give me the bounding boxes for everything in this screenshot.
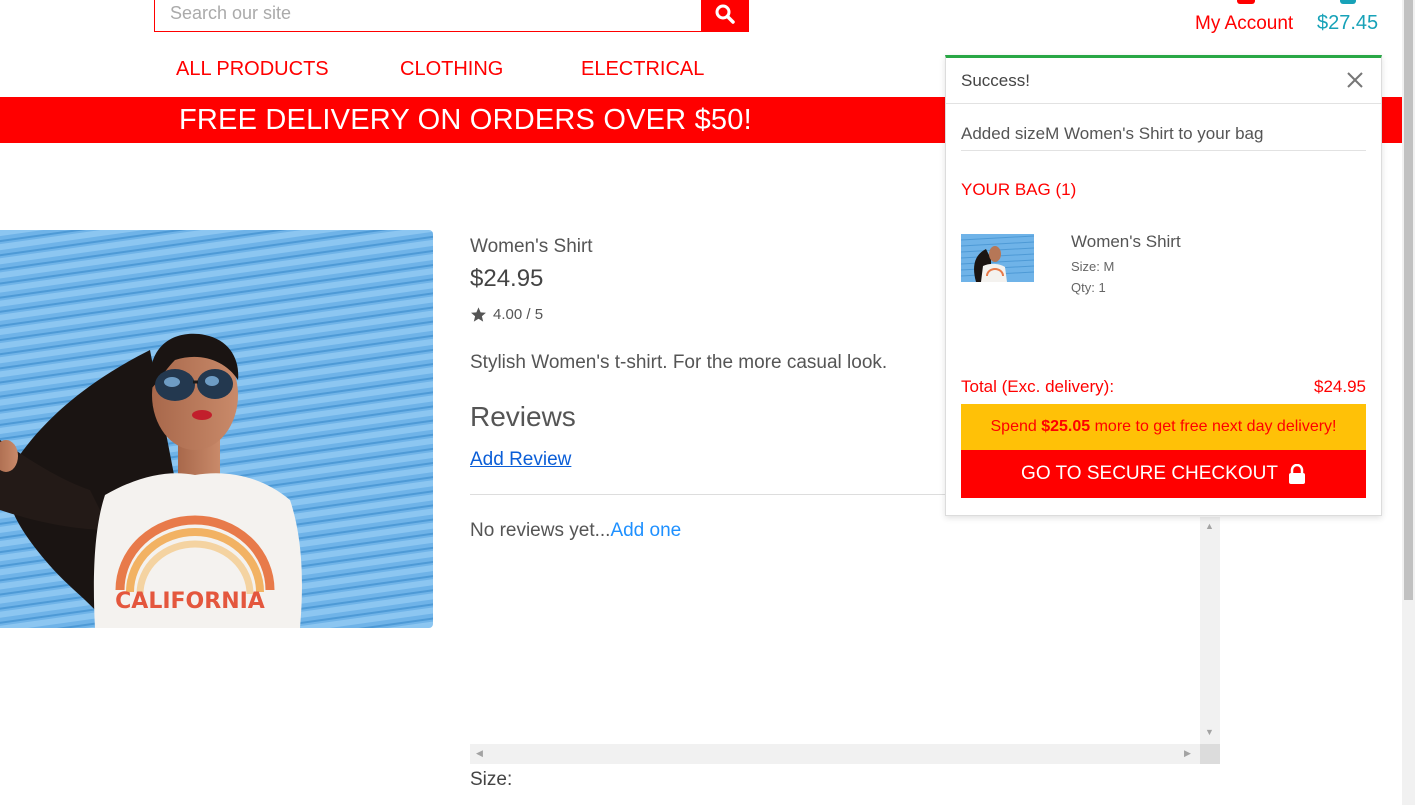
bag-total-link[interactable]: $27.45 <box>1317 12 1378 35</box>
add-one-link[interactable]: Add one <box>610 520 681 541</box>
product-name: Women's Shirt <box>470 236 593 257</box>
spend-amount: $25.05 <box>1041 418 1091 435</box>
checkout-label: GO TO SECURE CHECKOUT <box>1021 463 1278 484</box>
bag-item-qty: Qty: 1 <box>1071 280 1106 295</box>
scrollbar-corner <box>1200 744 1220 764</box>
scroll-up-arrow-icon[interactable]: ▲ <box>1205 521 1214 531</box>
bag-heading: YOUR BAG (1) <box>961 180 1077 199</box>
my-account-link[interactable]: My Account <box>1195 13 1293 35</box>
shirt-print-text: CALIFORNIA <box>115 589 265 614</box>
search-input[interactable] <box>155 0 701 31</box>
toast-message: Added sizeM Women's Shirt to your bag <box>961 124 1264 143</box>
bag-item-size: Size: M <box>1071 259 1115 274</box>
lock-icon <box>1288 464 1305 484</box>
scroll-right-arrow-icon[interactable]: ▶ <box>1184 748 1191 759</box>
scroll-down-arrow-icon[interactable]: ▼ <box>1205 727 1214 737</box>
free-delivery-notice: Spend $25.05 more to get free next day d… <box>961 404 1366 450</box>
bag-item-name: Women's Shirt <box>1071 232 1181 251</box>
spend-suffix: more to get free next day delivery! <box>1090 418 1337 435</box>
nav-clothing[interactable]: CLOTHING <box>400 58 503 81</box>
nav-electrical[interactable]: ELECTRICAL <box>581 58 704 81</box>
search-bar <box>154 0 749 32</box>
secure-checkout-button[interactable]: GO TO SECURE CHECKOUT <box>961 450 1366 498</box>
size-label: Size: <box>470 769 513 790</box>
bag-item-thumbnail <box>961 234 1034 282</box>
reviews-heading: Reviews <box>470 401 576 432</box>
no-reviews-text: No reviews yet... <box>470 520 611 541</box>
success-toast: Success! Added sizeM Women's Shirt to yo… <box>945 55 1382 516</box>
user-icon[interactable] <box>1237 0 1255 4</box>
no-reviews-message: No reviews yet...Add one <box>470 520 681 542</box>
reviews-vertical-scrollbar[interactable]: ▲ ▼ <box>1200 517 1220 744</box>
search-button[interactable] <box>701 0 748 32</box>
product-price: $24.95 <box>470 265 544 292</box>
nav-all-products[interactable]: ALL PRODUCTS <box>176 58 329 81</box>
product-description: Stylish Women's t-shirt. For the more ca… <box>470 352 888 373</box>
spend-prefix: Spend <box>990 418 1042 435</box>
search-icon <box>715 4 735 24</box>
add-review-link[interactable]: Add Review <box>470 449 571 471</box>
product-rating: 4.00 / 5 <box>470 306 543 323</box>
star-icon <box>471 307 486 322</box>
shopping-bag-icon[interactable] <box>1340 0 1356 4</box>
rating-value: 4.00 / 5 <box>493 306 544 323</box>
close-icon <box>1347 72 1363 88</box>
toast-divider <box>961 150 1366 151</box>
scroll-left-arrow-icon[interactable]: ◀ <box>476 748 483 759</box>
toast-close-button[interactable] <box>1343 68 1367 92</box>
page-scrollbar-thumb[interactable] <box>1404 0 1413 600</box>
toast-title: Success! <box>961 71 1030 90</box>
reviews-horizontal-scrollbar[interactable]: ◀ ▶ <box>470 744 1220 764</box>
bag-total-label: Total (Exc. delivery): <box>961 377 1115 396</box>
toast-header: Success! <box>946 58 1381 104</box>
bag-total-value: $24.95 <box>1314 377 1366 396</box>
delivery-banner-text: FREE DELIVERY ON ORDERS OVER $50! <box>179 104 752 136</box>
product-image: CALIFORNIA <box>0 230 433 628</box>
